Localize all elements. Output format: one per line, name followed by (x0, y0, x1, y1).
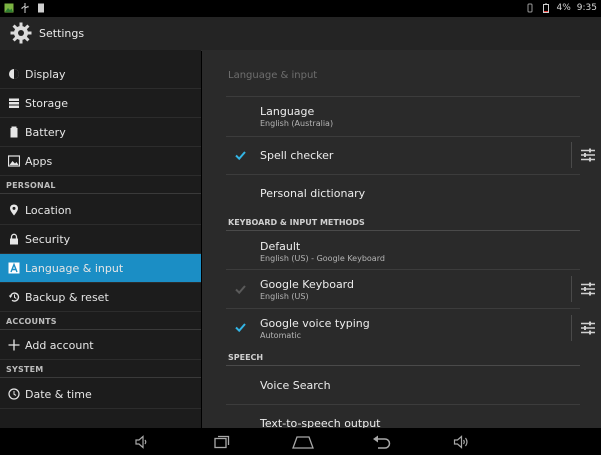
apps-icon (8, 155, 20, 167)
battery-percent: 4% (556, 3, 571, 13)
spell-checker-setting[interactable]: Spell checker (226, 137, 595, 174)
volume-up-icon[interactable] (453, 434, 469, 450)
section-divider (0, 193, 201, 194)
sidebar-item-display[interactable]: Display (0, 60, 201, 89)
sidebar-item-security[interactable]: Security (0, 225, 201, 254)
sidebar-item-label: Add account (25, 339, 94, 352)
display-icon (9, 69, 19, 79)
add-icon (8, 339, 20, 351)
recent-apps-icon[interactable] (214, 434, 230, 450)
image-notification-icon (4, 3, 14, 13)
vertical-divider (571, 276, 572, 302)
sidebar-item-label: Security (25, 233, 71, 246)
sidebar-item-backup-reset[interactable]: Backup & reset (0, 283, 201, 312)
section-header-keyboard: KEYBOARD & INPUT METHODS (228, 218, 365, 227)
usb-icon (21, 3, 29, 13)
settings-gear-icon[interactable] (9, 21, 33, 45)
clock: 9:35 (576, 3, 597, 13)
language-icon (8, 262, 20, 274)
sidebar-item-add-account[interactable]: Add account (0, 331, 201, 360)
divider (226, 96, 580, 97)
sidebar-item-label: Date & time (25, 388, 92, 401)
volume-down-icon[interactable] (134, 434, 150, 450)
text-to-speech-setting[interactable]: Text-to-speech output (226, 405, 578, 428)
backup-icon (8, 292, 20, 302)
setting-title: Text-to-speech output (260, 417, 381, 428)
sidebar-item-battery[interactable]: Battery (0, 118, 201, 147)
section-divider (0, 329, 201, 330)
home-icon[interactable] (292, 434, 314, 450)
system-status: 4% 9:35 (525, 3, 597, 13)
setting-summary: English (US) (260, 292, 309, 301)
setting-title: Language (260, 105, 315, 118)
setting-title: Google voice typing (260, 317, 370, 330)
back-icon[interactable] (372, 434, 392, 450)
settings-tune-icon[interactable] (581, 148, 595, 162)
vertical-divider (571, 315, 572, 341)
storage-icon (9, 98, 19, 108)
setting-title: Default (260, 240, 301, 253)
settings-tune-icon[interactable] (581, 321, 595, 335)
section-divider (226, 230, 580, 231)
sidebar-item-label: Backup & reset (25, 291, 109, 304)
sidebar-item-language-input[interactable]: Language & input (0, 254, 201, 283)
spell-checker-checkbox[interactable] (235, 150, 246, 161)
clock-icon (8, 388, 20, 400)
default-keyboard-setting[interactable]: Default English (US) - Google Keyboard (226, 232, 578, 269)
language-input-pane: Language & input Language English (Austr… (202, 50, 601, 428)
lock-icon (10, 233, 18, 245)
personal-dictionary-setting[interactable]: Personal dictionary (226, 175, 578, 212)
section-header-system: SYSTEM (6, 365, 44, 374)
action-bar: Settings (0, 17, 601, 51)
google-keyboard-checkbox[interactable] (235, 284, 246, 295)
battery-icon (10, 126, 18, 138)
setting-title: Voice Search (260, 379, 331, 392)
setting-summary: English (Australia) (260, 119, 334, 128)
setting-title: Spell checker (260, 149, 334, 162)
setting-summary: Automatic (260, 331, 302, 340)
setting-title: Google Keyboard (260, 278, 354, 291)
language-setting[interactable]: Language English (Australia) (226, 98, 578, 136)
settings-sidebar: Display Storage Battery Apps PERSONAL Lo… (0, 50, 201, 428)
notification-icons (4, 3, 46, 13)
section-divider (0, 377, 201, 378)
setting-summary: English (US) - Google Keyboard (260, 254, 385, 263)
location-icon (10, 204, 18, 216)
google-voice-checkbox[interactable] (235, 322, 246, 333)
vertical-divider (571, 142, 572, 168)
section-header-accounts: ACCOUNTS (6, 317, 57, 326)
sidebar-item-label: Location (25, 204, 72, 217)
pane-title: Language & input (228, 70, 318, 81)
sidebar-item-label: Language & input (25, 262, 124, 275)
sidebar-item-label: Storage (25, 97, 69, 110)
voice-search-setting[interactable]: Voice Search (226, 367, 578, 404)
sd-card-icon (38, 3, 44, 13)
sidebar-item-storage[interactable]: Storage (0, 89, 201, 118)
sidebar-item-location[interactable]: Location (0, 196, 201, 225)
google-voice-typing-setting[interactable]: Google voice typing Automatic (226, 309, 595, 347)
status-bar: 4% 9:35 (0, 0, 601, 17)
sidebar-item-label: Display (25, 68, 66, 81)
section-header-personal: PERSONAL (6, 181, 56, 190)
section-header-speech: SPEECH (228, 353, 264, 362)
section-divider (226, 365, 580, 366)
sidebar-item-date-time[interactable]: Date & time (0, 380, 201, 409)
settings-tune-icon[interactable] (581, 282, 595, 296)
vibrate-icon (527, 3, 532, 13)
sidebar-item-apps[interactable]: Apps (0, 147, 201, 176)
google-keyboard-setting[interactable]: Google Keyboard English (US) (226, 270, 595, 308)
battery-status-icon (542, 3, 549, 13)
sidebar-item-label: Apps (25, 155, 53, 168)
app-title: Settings (39, 27, 85, 40)
setting-title: Personal dictionary (260, 187, 366, 200)
sidebar-item-label: Battery (25, 126, 66, 139)
navigation-bar (0, 428, 601, 455)
